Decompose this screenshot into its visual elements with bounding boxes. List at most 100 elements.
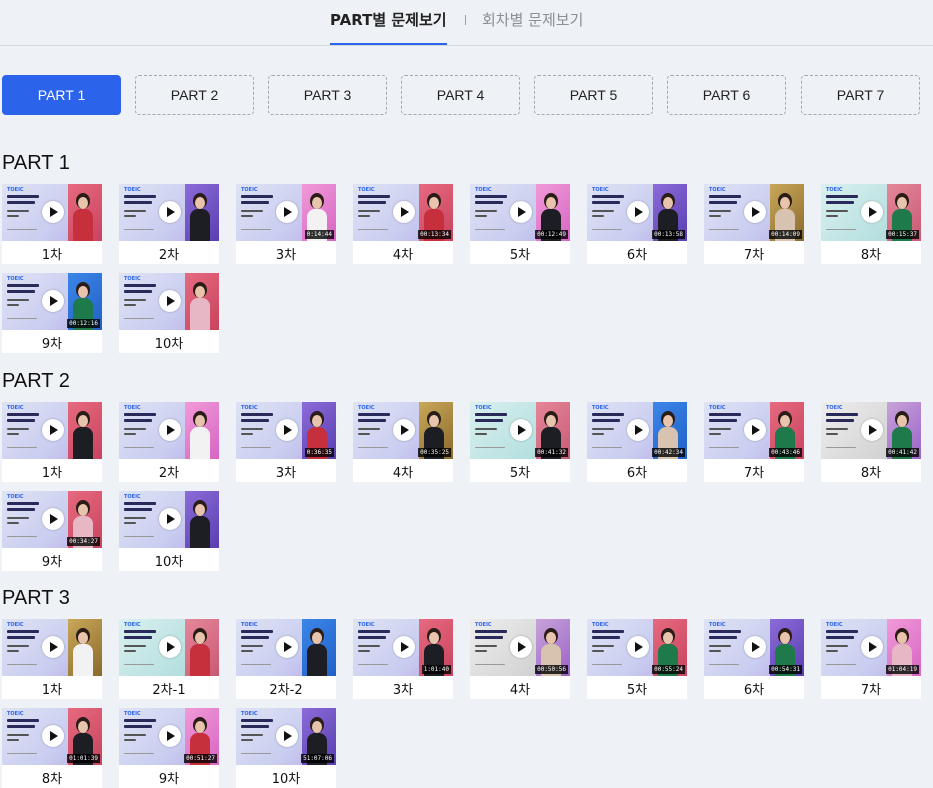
play-icon[interactable] [276, 201, 298, 223]
part-button-6[interactable]: PART 6 [667, 75, 786, 115]
video-thumbnail[interactable]: TOEIC 00:50:56 [470, 619, 570, 676]
video-thumbnail[interactable]: TOEIC 00:12:16 [2, 273, 102, 330]
video-card[interactable]: TOEIC 00:41:32 5차 [470, 402, 570, 482]
video-thumbnail[interactable]: TOEIC 01:04:19 [821, 619, 921, 676]
play-icon[interactable] [393, 636, 415, 658]
video-thumbnail[interactable]: TOEIC 51:07:06 [236, 708, 336, 765]
tab-round[interactable]: 회차별 문제보기 [482, 9, 583, 30]
play-icon[interactable] [744, 419, 766, 441]
video-thumbnail[interactable]: TOEIC 01:01:39 [2, 708, 102, 765]
play-icon[interactable] [510, 419, 532, 441]
video-thumbnail[interactable]: TOEIC 00:15:37 [821, 184, 921, 241]
video-card[interactable]: TOEIC 00:41:42 8차 [821, 402, 921, 482]
video-card[interactable]: TOEIC 00:12:49 5차 [470, 184, 570, 264]
video-thumbnail[interactable]: TOEIC [119, 619, 219, 676]
video-card[interactable]: TOEIC 51:07:06 10차 [236, 708, 336, 788]
video-thumbnail[interactable]: TOEIC 00:34:27 [2, 491, 102, 548]
play-icon[interactable] [627, 636, 649, 658]
video-thumbnail[interactable]: TOEIC [119, 402, 219, 459]
video-card[interactable]: TOEIC 00:13:58 6차 [587, 184, 687, 264]
video-thumbnail[interactable]: TOEIC [2, 184, 102, 241]
video-card[interactable]: TOEIC 00:51:27 9차 [119, 708, 219, 788]
play-icon[interactable] [861, 419, 883, 441]
part-button-5[interactable]: PART 5 [534, 75, 653, 115]
play-icon[interactable] [159, 508, 181, 530]
video-thumbnail[interactable]: TOEIC 00:42:34 [587, 402, 687, 459]
part-button-1[interactable]: PART 1 [2, 75, 121, 115]
video-thumbnail[interactable]: TOEIC 00:35:25 [353, 402, 453, 459]
video-card[interactable]: TOEIC 00:35:25 4차 [353, 402, 453, 482]
video-thumbnail[interactable]: TOEIC 1:01:40 [353, 619, 453, 676]
play-icon[interactable] [276, 636, 298, 658]
play-icon[interactable] [510, 201, 532, 223]
play-icon[interactable] [861, 636, 883, 658]
video-card[interactable]: TOEIC 00:15:37 8차 [821, 184, 921, 264]
video-card[interactable]: TOEIC 10차 [119, 273, 219, 353]
play-icon[interactable] [42, 508, 64, 530]
video-card[interactable]: TOEIC 01:01:39 8차 [2, 708, 102, 788]
tab-part[interactable]: PART별 문제보기 [330, 9, 447, 45]
video-card[interactable]: TOEIC 00:34:27 9차 [2, 491, 102, 571]
video-card[interactable]: TOEIC 2차-2 [236, 619, 336, 699]
video-thumbnail[interactable]: TOEIC 00:14:09 [704, 184, 804, 241]
video-card[interactable]: TOEIC 00:50:56 4차 [470, 619, 570, 699]
video-thumbnail[interactable]: TOEIC 0:14:44 [236, 184, 336, 241]
play-icon[interactable] [159, 725, 181, 747]
video-thumbnail[interactable]: TOEIC 00:41:32 [470, 402, 570, 459]
video-thumbnail[interactable]: TOEIC [119, 184, 219, 241]
play-icon[interactable] [393, 201, 415, 223]
video-thumbnail[interactable]: TOEIC 00:51:27 [119, 708, 219, 765]
video-card[interactable]: TOEIC 1:01:40 3차 [353, 619, 453, 699]
play-icon[interactable] [393, 419, 415, 441]
video-card[interactable]: TOEIC 1차 [2, 402, 102, 482]
play-icon[interactable] [744, 201, 766, 223]
play-icon[interactable] [159, 419, 181, 441]
video-card[interactable]: TOEIC 1차 [2, 184, 102, 264]
video-card[interactable]: TOEIC 00:43:46 7차 [704, 402, 804, 482]
play-icon[interactable] [159, 636, 181, 658]
video-thumbnail[interactable]: TOEIC 00:12:49 [470, 184, 570, 241]
video-card[interactable]: TOEIC 00:12:16 9차 [2, 273, 102, 353]
part-button-3[interactable]: PART 3 [268, 75, 387, 115]
part-button-4[interactable]: PART 4 [401, 75, 520, 115]
play-icon[interactable] [159, 201, 181, 223]
play-icon[interactable] [42, 201, 64, 223]
part-button-7[interactable]: PART 7 [801, 75, 920, 115]
video-thumbnail[interactable]: TOEIC [236, 619, 336, 676]
video-thumbnail[interactable]: TOEIC 00:41:42 [821, 402, 921, 459]
video-card[interactable]: TOEIC 0:14:44 3차 [236, 184, 336, 264]
video-card[interactable]: TOEIC 2차-1 [119, 619, 219, 699]
part-button-2[interactable]: PART 2 [135, 75, 254, 115]
play-icon[interactable] [159, 290, 181, 312]
play-icon[interactable] [276, 419, 298, 441]
play-icon[interactable] [276, 725, 298, 747]
video-card[interactable]: TOEIC 00:55:24 5차 [587, 619, 687, 699]
play-icon[interactable] [861, 201, 883, 223]
play-icon[interactable] [510, 636, 532, 658]
play-icon[interactable] [42, 725, 64, 747]
video-card[interactable]: TOEIC 2차 [119, 402, 219, 482]
video-card[interactable]: TOEIC 0:36:35 3차 [236, 402, 336, 482]
video-thumbnail[interactable]: TOEIC 00:55:24 [587, 619, 687, 676]
play-icon[interactable] [42, 636, 64, 658]
video-thumbnail[interactable]: TOEIC [119, 491, 219, 548]
video-card[interactable]: TOEIC 10차 [119, 491, 219, 571]
video-thumbnail[interactable]: TOEIC [2, 619, 102, 676]
video-thumbnail[interactable]: TOEIC 00:43:46 [704, 402, 804, 459]
video-card[interactable]: TOEIC 2차 [119, 184, 219, 264]
video-thumbnail[interactable]: TOEIC [119, 273, 219, 330]
play-icon[interactable] [42, 419, 64, 441]
video-card[interactable]: TOEIC 00:14:09 7차 [704, 184, 804, 264]
video-card[interactable]: TOEIC 1차 [2, 619, 102, 699]
video-thumbnail[interactable]: TOEIC 00:54:31 [704, 619, 804, 676]
video-thumbnail[interactable]: TOEIC 00:13:34 [353, 184, 453, 241]
play-icon[interactable] [744, 636, 766, 658]
video-thumbnail[interactable]: TOEIC 0:36:35 [236, 402, 336, 459]
play-icon[interactable] [42, 290, 64, 312]
video-card[interactable]: TOEIC 01:04:19 7차 [821, 619, 921, 699]
video-thumbnail[interactable]: TOEIC 00:13:58 [587, 184, 687, 241]
video-card[interactable]: TOEIC 00:54:31 6차 [704, 619, 804, 699]
video-card[interactable]: TOEIC 00:42:34 6차 [587, 402, 687, 482]
play-icon[interactable] [627, 419, 649, 441]
play-icon[interactable] [627, 201, 649, 223]
